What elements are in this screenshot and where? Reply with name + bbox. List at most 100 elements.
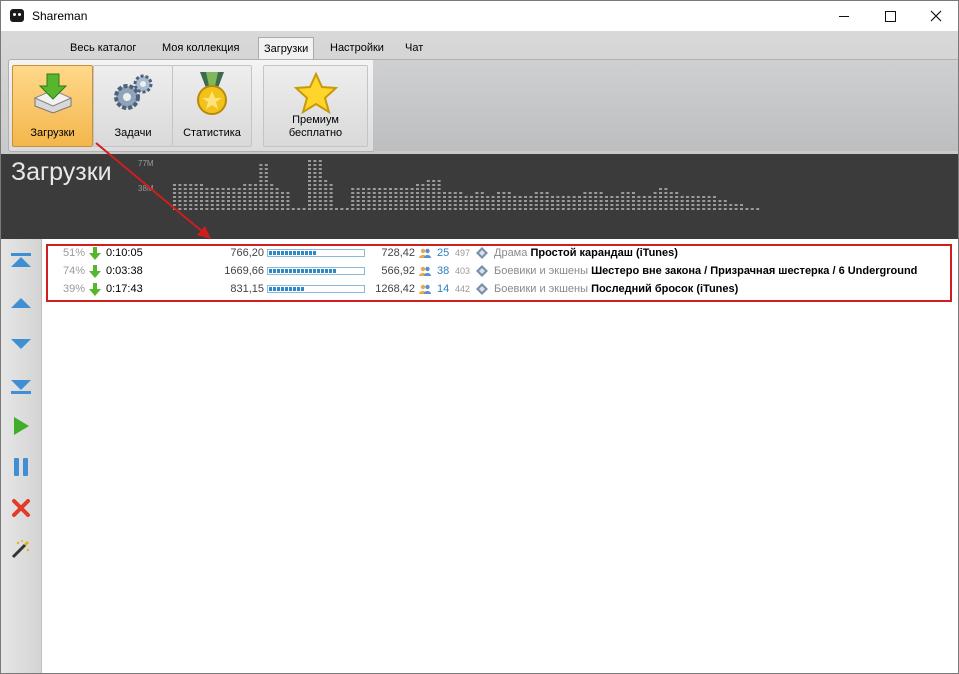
users-icon	[419, 284, 431, 294]
maximize-button[interactable]	[867, 1, 913, 31]
delete-icon	[12, 499, 30, 517]
move-bottom-icon	[11, 380, 31, 394]
menu-tabs: Весь каталог Моя коллекция Загрузки Наст…	[1, 37, 958, 61]
row-progress-bar	[267, 267, 365, 275]
app-window: Shareman Весь каталог Моя коллекция Загр…	[0, 0, 959, 674]
category-icon	[476, 265, 488, 277]
minimize-icon	[839, 15, 849, 17]
download-icon	[33, 73, 72, 114]
row-downloaded: 566,92	[381, 265, 415, 277]
speed-scale-mid: 38M	[138, 184, 154, 193]
users-icon	[419, 266, 431, 276]
users-icon	[419, 248, 431, 258]
pause-icon	[14, 458, 28, 476]
row-peers: 442	[455, 284, 471, 294]
row-name: Простой карандаш (iTunes)	[530, 247, 678, 259]
download-arrow-icon	[89, 247, 101, 260]
tab-downloads[interactable]: Загрузки	[258, 37, 315, 61]
close-icon	[930, 10, 942, 22]
gears-icon	[114, 74, 153, 110]
delete-button[interactable]	[9, 496, 33, 520]
ribbon-downloads-label: Загрузки	[30, 127, 75, 139]
row-progress-bar	[267, 249, 365, 257]
tab-settings[interactable]: Настройки	[325, 37, 389, 59]
ribbon-premium-label: Премиум бесплатно	[264, 114, 367, 140]
row-peers: 497	[455, 248, 471, 258]
window-title: Shareman	[32, 9, 88, 23]
ribbon: Весь каталог Моя коллекция Загрузки Наст…	[1, 31, 958, 154]
move-top-icon	[11, 253, 31, 267]
row-percent: 74%	[62, 265, 85, 277]
star-icon	[293, 72, 338, 114]
tab-catalog[interactable]: Весь каталог	[65, 37, 141, 59]
ribbon-tasks-label: Задачи	[114, 127, 152, 139]
download-arrow-icon	[89, 265, 101, 278]
category-icon	[476, 283, 488, 295]
left-toolbar	[1, 239, 42, 673]
row-time: 0:10:05	[106, 247, 143, 259]
close-button[interactable]	[913, 1, 958, 31]
premium-line1: Премиум	[292, 114, 339, 126]
move-up-icon	[11, 298, 31, 308]
page-title: Загрузки	[11, 158, 112, 186]
row-progress-fill	[269, 269, 337, 273]
row-title: Боевики и экшены Шестеро вне закона / Пр…	[494, 262, 917, 280]
play-icon	[14, 417, 29, 435]
row-genre: Боевики и экшены	[494, 283, 589, 295]
title-bar[interactable]: Shareman	[1, 1, 958, 31]
downloads-list	[42, 239, 958, 673]
download-row[interactable]: 51% 0:10:05 766,20 728,42 25 497 Драма П…	[49, 244, 949, 262]
move-down-icon	[11, 339, 31, 349]
category-icon	[476, 247, 488, 259]
premium-line2: бесплатно	[288, 127, 343, 139]
magic-wand-icon	[11, 540, 30, 559]
maximize-icon	[884, 10, 896, 22]
move-top-button[interactable]	[9, 250, 33, 274]
row-name: Последний бросок (iTunes)	[591, 283, 739, 295]
row-name: Шестеро вне закона / Призрачная шестерка…	[591, 265, 918, 277]
row-time: 0:03:38	[106, 265, 143, 277]
row-genre: Боевики и экшены	[494, 265, 589, 277]
ribbon-background	[373, 59, 958, 151]
row-seeds: 38	[437, 265, 450, 277]
pause-button[interactable]	[9, 455, 33, 479]
row-time: 0:17:43	[106, 283, 143, 295]
minimize-button[interactable]	[821, 1, 867, 31]
row-seeds: 25	[437, 247, 450, 259]
row-progress-fill	[269, 251, 316, 255]
speed-graph	[173, 160, 760, 210]
download-row[interactable]: 39% 0:17:43 831,15 1268,42 14 442 Боевик…	[49, 280, 949, 298]
ribbon-premium-button[interactable]: Премиум бесплатно	[263, 65, 368, 147]
row-seeds: 14	[437, 283, 450, 295]
move-up-button[interactable]	[9, 291, 33, 315]
download-row[interactable]: 74% 0:03:38 1669,66 566,92 38 403 Боевик…	[49, 262, 949, 280]
magic-button[interactable]	[9, 537, 33, 561]
row-title: Драма Простой карандаш (iTunes)	[494, 244, 678, 262]
speed-scale-top: 77M	[138, 159, 154, 168]
row-genre: Драма	[494, 247, 528, 259]
medal-icon	[197, 72, 227, 115]
row-peers: 403	[455, 266, 471, 276]
row-title: Боевики и экшены Последний бросок (iTune…	[494, 280, 738, 298]
tab-collection[interactable]: Моя коллекция	[157, 37, 244, 59]
row-size: 766,20	[230, 247, 264, 259]
page-header: Загрузки 77M 38M	[1, 154, 958, 239]
row-progress-fill	[269, 287, 305, 291]
download-arrow-icon	[89, 283, 101, 296]
row-percent: 51%	[62, 247, 85, 259]
row-size: 1669,66	[224, 265, 264, 277]
tab-chat[interactable]: Чат	[400, 37, 428, 59]
row-progress-bar	[267, 285, 365, 293]
row-percent: 39%	[62, 283, 85, 295]
row-downloaded: 1268,42	[375, 283, 415, 295]
start-button[interactable]	[9, 414, 33, 438]
move-bottom-button[interactable]	[9, 373, 33, 397]
ribbon-stats-label: Статистика	[183, 127, 241, 139]
row-downloaded: 728,42	[381, 247, 415, 259]
ribbon-tasks-button[interactable]: Задачи	[93, 65, 173, 147]
app-icon	[10, 9, 24, 22]
move-down-button[interactable]	[9, 332, 33, 356]
row-size: 831,15	[230, 283, 264, 295]
ribbon-downloads-button[interactable]: Загрузки	[12, 65, 93, 147]
ribbon-stats-button[interactable]: Статистика	[172, 65, 252, 147]
